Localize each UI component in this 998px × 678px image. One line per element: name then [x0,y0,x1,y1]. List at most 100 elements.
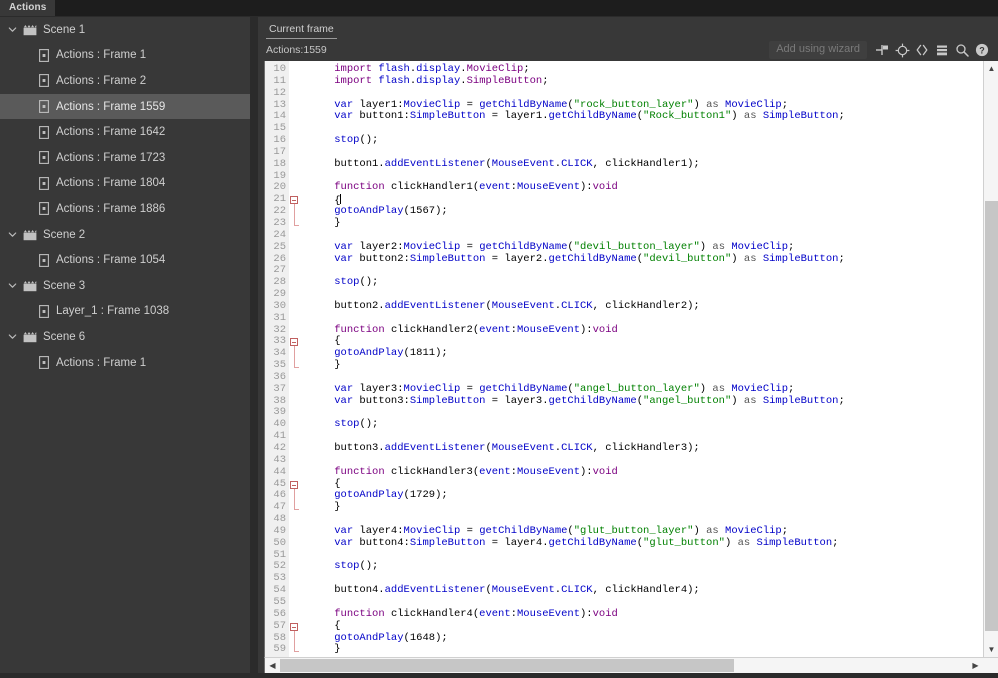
horizontal-scroll-thumb[interactable] [280,659,735,672]
code-token: (); [359,276,379,289]
tree-scene-row[interactable]: Scene 6 [0,324,250,350]
panel-splitter[interactable] [250,16,258,673]
tree-script-row[interactable]: Actions : Frame 2 [0,68,250,94]
code-token: button4. [309,584,385,597]
tree-script-row[interactable]: Actions : Frame 1 [0,350,250,376]
code-token: button1. [309,157,385,170]
fold-collapse-icon[interactable] [290,480,298,489]
chevron-down-icon[interactable] [5,228,19,242]
scroll-left-arrow-icon[interactable]: ◀ [265,658,280,673]
target-crosshair-icon[interactable] [892,41,912,59]
tree-script-row[interactable]: Actions : Frame 1886 [0,196,250,222]
vertical-scrollbar[interactable]: ▲ ▼ [983,61,998,657]
code-token: void [592,607,618,620]
scroll-right-arrow-icon[interactable]: ▶ [968,658,983,673]
code-token: gotoAndPlay [334,489,404,502]
help-question-icon[interactable]: ? [972,41,992,59]
tree-script-row[interactable]: Actions : Frame 1723 [0,145,250,171]
code-token: "rock_button_layer" [573,98,694,111]
fold-collapse-icon[interactable] [290,338,298,347]
code-fold-cell [289,396,300,408]
code-editor-area[interactable]: 10 11 12 13 14 15 16 17 18 19 20 21 22 23 24 25 26 27 28 29… [264,61,998,657]
window-bottom-edge [0,673,998,678]
code-line: gotoAndPlay(1729); [309,489,983,502]
code-token: ; [832,536,839,549]
chevron-down-icon[interactable] [5,23,19,37]
code-token: ): [580,181,593,194]
code-fold-toggle[interactable] [289,194,300,209]
code-brackets-icon[interactable] [912,41,932,59]
code-token: clickHandler2( [384,323,480,336]
tree-scene-row[interactable]: Scene 3 [0,273,250,299]
code-fold-toggle[interactable] [289,621,300,635]
code-fold-cell [289,111,300,123]
chevron-down-icon[interactable] [5,279,19,293]
tree-row-label: Actions : Frame 1054 [56,254,166,267]
code-folding-column[interactable] [289,61,300,657]
scroll-up-arrow-icon[interactable]: ▲ [984,61,998,76]
find-search-icon[interactable] [952,41,972,59]
add-using-wizard-button[interactable]: Add using wizard [769,41,867,59]
code-text[interactable]: import flash.display.MovieClip; import f… [300,61,983,657]
vertical-scroll-thumb[interactable] [985,200,998,631]
code-token: as [743,252,757,265]
code-token: button4: [353,536,410,549]
fold-guide-line [294,502,295,510]
code-snippets-icon[interactable] [932,41,952,59]
code-token: stop [334,276,360,289]
pin-script-icon[interactable] [872,41,892,59]
code-token: MovieClip [403,240,461,253]
code-token: layer4. [498,536,549,549]
fold-guide-end [294,367,299,369]
code-token: layer3. [498,394,549,407]
panel-title-tab[interactable]: Actions [0,0,56,16]
chevron-down-icon[interactable] [5,330,19,344]
code-token: ; [838,110,845,123]
script-navigator-tree[interactable]: Scene 1 Actions : Frame 1 Actions : Frame … [0,16,250,673]
code-line: button3.addEventListener(MouseEvent.CLIC… [309,442,983,455]
tree-scene-row[interactable]: Scene 1 [0,17,250,43]
code-token: ): [580,323,593,336]
code-token: MouseEvent [516,465,580,478]
code-token: ): [580,465,593,478]
tree-script-row[interactable]: Actions : Frame 1804 [0,171,250,197]
code-fold-toggle[interactable] [289,479,300,493]
tree-scene-row[interactable]: Scene 2 [0,222,250,248]
code-line: button2.addEventListener(MouseEvent.CLIC… [309,300,983,313]
code-fold-cell [289,372,300,384]
tree-script-row[interactable]: Layer_1 : Frame 1038 [0,299,250,325]
code-fold-cell [289,76,300,88]
horizontal-scrollbar[interactable]: ◀ ▶ [265,658,983,673]
code-line: } [309,359,983,372]
tree-script-row[interactable]: Actions : Frame 1054 [0,247,250,273]
code-fold-cell [289,561,300,573]
code-token: layer4: [353,524,404,537]
code-fold-cell [289,313,300,325]
fold-guide-line [294,490,295,503]
code-fold-cell [289,100,300,112]
code-token: event [479,607,511,620]
tree-script-row[interactable]: Actions : Frame 1559 [0,93,250,120]
code-fold-toggle[interactable] [289,336,300,351]
code-fold-cell [289,147,300,159]
fold-collapse-icon[interactable] [290,196,298,205]
code-fold-cell [289,467,300,479]
code-token: var [334,524,354,537]
scroll-down-arrow-icon[interactable]: ▼ [984,642,998,657]
fold-collapse-icon[interactable] [290,622,298,631]
code-token: import [334,63,373,75]
code-token: (); [359,418,379,431]
code-line: button4.addEventListener(MouseEvent.CLIC… [309,584,983,597]
line-number: 24 [273,228,286,241]
tree-script-row[interactable]: Actions : Frame 1 [0,43,250,69]
line-number: 43 [273,453,286,466]
code-token: , clickHandler4); [592,584,700,597]
tab-current-frame[interactable]: Current frame [266,23,337,39]
tree-script-row[interactable]: Actions : Frame 1642 [0,119,250,145]
tree-row-label: Actions : Frame 1886 [56,202,166,215]
